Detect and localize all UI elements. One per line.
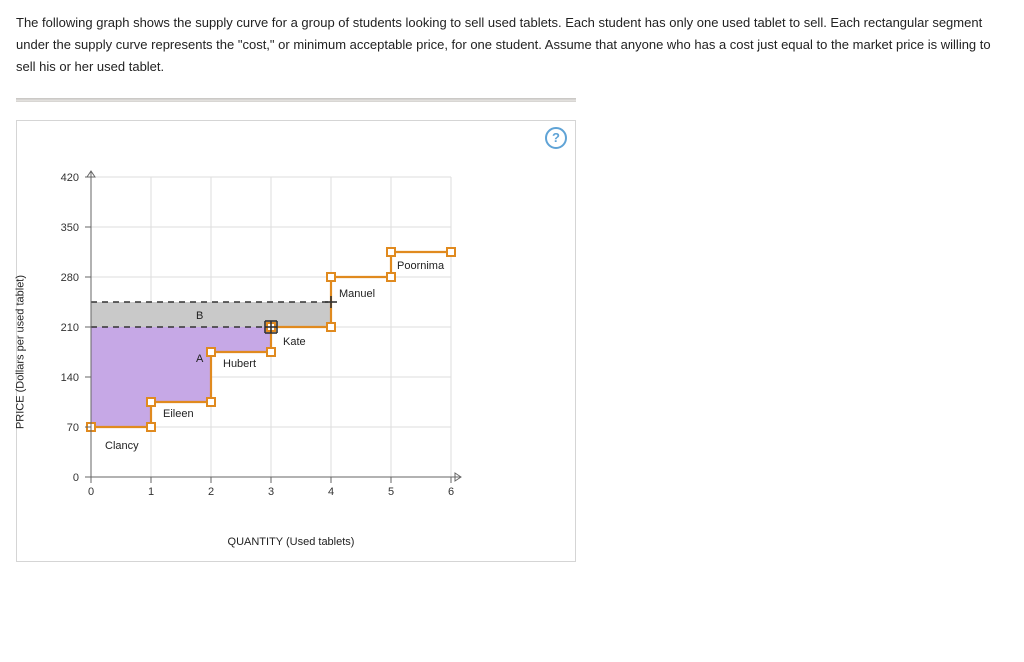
svg-text:280: 280 xyxy=(61,272,79,284)
svg-text:70: 70 xyxy=(67,422,79,434)
help-icon[interactable]: ? xyxy=(545,127,567,149)
svg-text:4: 4 xyxy=(328,486,334,498)
chart-card: ? PRICE (Dollars per used tablet) xyxy=(16,120,576,562)
svg-text:5: 5 xyxy=(388,486,394,498)
x-axis-label: QUANTITY (Used tablets) xyxy=(31,533,551,552)
label-eileen: Eileen xyxy=(163,408,194,420)
label-kate: Kate xyxy=(283,336,306,348)
label-A: A xyxy=(196,353,204,365)
svg-text:140: 140 xyxy=(61,372,79,384)
svg-text:3: 3 xyxy=(268,486,274,498)
label-manuel: Manuel xyxy=(339,288,375,300)
supply-chart-svg: A B Clancy Eileen Hubert Kate Manuel Poo… xyxy=(31,157,551,527)
svg-text:350: 350 xyxy=(61,222,79,234)
y-axis-label: PRICE (Dollars per used tablet) xyxy=(12,275,31,429)
svg-text:0: 0 xyxy=(88,486,94,498)
label-clancy: Clancy xyxy=(105,440,139,452)
chart-frame: PRICE (Dollars per used tablet) xyxy=(31,157,551,547)
svg-text:2: 2 xyxy=(208,486,214,498)
divider xyxy=(16,98,576,102)
question-prompt: The following graph shows the supply cur… xyxy=(16,12,996,78)
svg-text:1: 1 xyxy=(148,486,154,498)
label-hubert: Hubert xyxy=(223,358,256,370)
svg-text:420: 420 xyxy=(61,172,79,184)
svg-text:0: 0 xyxy=(73,472,79,484)
svg-text:6: 6 xyxy=(448,486,454,498)
svg-text:210: 210 xyxy=(61,322,79,334)
region-B xyxy=(91,302,331,327)
label-B: B xyxy=(196,310,203,322)
label-poornima: Poornima xyxy=(397,260,445,272)
